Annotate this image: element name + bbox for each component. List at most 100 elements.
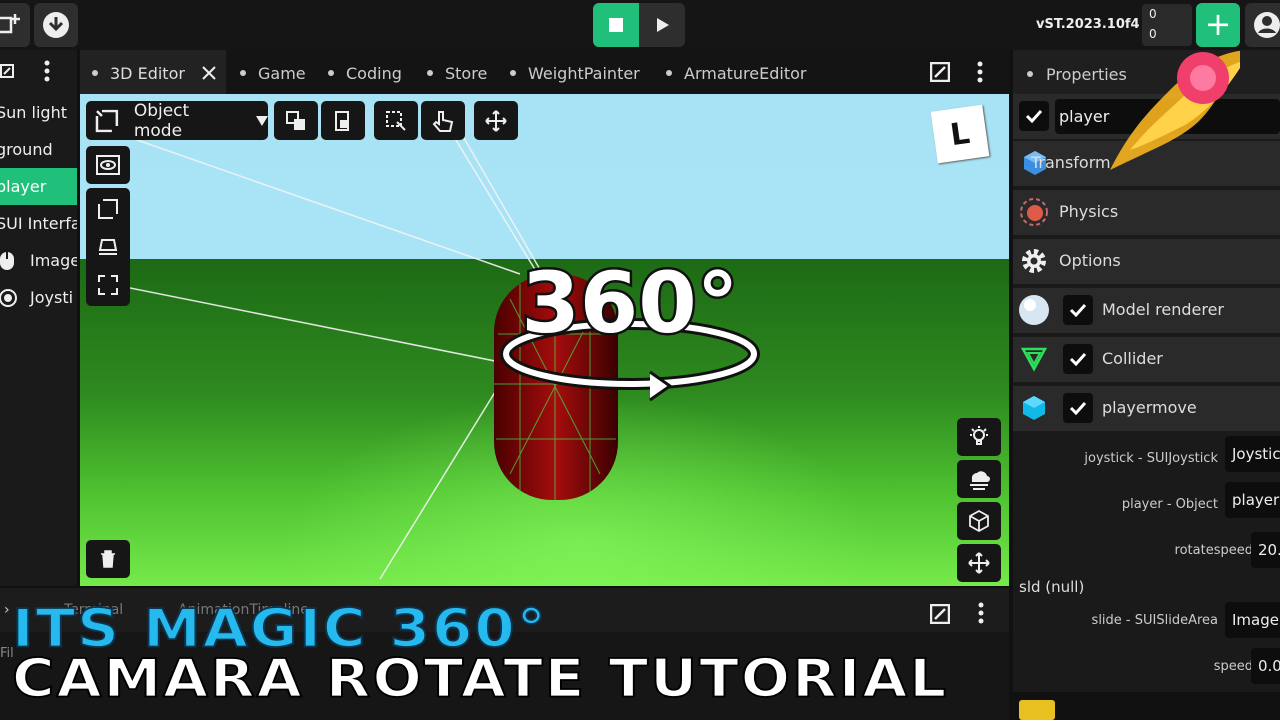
tab-dot xyxy=(240,69,246,76)
hierarchy-item-joystick[interactable]: Joysti xyxy=(0,279,77,316)
playback-controls xyxy=(593,3,685,47)
weather-icon xyxy=(970,471,990,490)
field-value-slide[interactable]: Image xyxy=(1225,602,1280,638)
close-icon[interactable] xyxy=(202,66,216,80)
tab-game[interactable]: Game xyxy=(240,50,306,94)
flame-logo-icon xyxy=(1110,50,1240,170)
counter-coins: 0 xyxy=(1149,7,1157,21)
component-model-renderer[interactable]: Model renderer xyxy=(1013,288,1280,333)
field-value-rotatespeed[interactable]: 20.0 xyxy=(1251,532,1280,568)
hierarchy-item-sun-light[interactable]: Sun light xyxy=(0,94,77,131)
select-box-button[interactable] xyxy=(374,101,418,140)
hierarchy-item-player[interactable]: player xyxy=(0,168,77,205)
rotate-tool-icon[interactable] xyxy=(97,236,119,258)
more-options-icon[interactable] xyxy=(978,602,984,624)
hierarchy-item-sui-interface[interactable]: SUI Interfa xyxy=(0,205,77,242)
mode-icon xyxy=(95,109,119,132)
check-icon xyxy=(1069,303,1087,317)
field-label-slide: slide - SUISlideArea xyxy=(1091,613,1218,628)
maximize-icon[interactable] xyxy=(930,604,950,624)
component-label: Model renderer xyxy=(1102,300,1224,319)
field-label-joystick: joystick - SUIJoystick xyxy=(1084,451,1218,466)
tab-coding[interactable]: Coding xyxy=(328,50,402,94)
collider-checkbox[interactable] xyxy=(1063,344,1093,374)
360-overlay: 360° xyxy=(500,252,760,418)
lightbulb-icon xyxy=(970,426,988,445)
parent-button[interactable] xyxy=(321,101,365,140)
physics-icon xyxy=(1020,198,1048,226)
check-icon xyxy=(1069,401,1087,415)
environment-button[interactable] xyxy=(957,460,1001,498)
new-object-button[interactable] xyxy=(0,3,30,47)
component-label: playermove xyxy=(1102,398,1197,417)
gear-icon xyxy=(1022,249,1046,273)
download-button[interactable] xyxy=(34,3,78,47)
tab-3d-editor[interactable]: 3D Editor xyxy=(80,50,226,94)
component-label: Collider xyxy=(1102,349,1163,368)
delete-button[interactable] xyxy=(86,540,130,578)
move-icon xyxy=(968,552,990,574)
tab-dot xyxy=(427,69,433,76)
stop-button[interactable] xyxy=(593,3,639,47)
collapse-arrow-icon[interactable]: › xyxy=(4,602,10,618)
more-options-icon[interactable] xyxy=(977,61,983,83)
field-label-player: player - Object xyxy=(1121,497,1218,512)
more-options-icon[interactable] xyxy=(44,60,50,82)
rotate-arrow-icon: 360° xyxy=(500,252,760,402)
script-cube-icon xyxy=(1023,396,1045,420)
move-gizmo-button[interactable] xyxy=(474,101,518,140)
tab-label: 3D Editor xyxy=(110,64,185,83)
joystick-icon xyxy=(0,289,17,307)
component-collider[interactable]: Collider xyxy=(1013,337,1280,382)
collider-icon xyxy=(1020,347,1048,372)
touch-select-button[interactable] xyxy=(421,101,465,140)
move-icon xyxy=(485,109,507,132)
play-button[interactable] xyxy=(639,3,685,47)
maximize-icon[interactable] xyxy=(930,62,950,82)
user-icon xyxy=(1254,12,1280,38)
field-value-joystick[interactable]: Joystick xyxy=(1225,436,1280,472)
field-value-speed[interactable]: 0.0 xyxy=(1251,648,1280,684)
account-button[interactable] xyxy=(1245,3,1280,47)
hierarchy-item-image[interactable]: Image xyxy=(0,242,77,279)
touch-icon xyxy=(432,110,454,132)
tab-dot xyxy=(1027,71,1033,77)
chevron-down-icon xyxy=(256,115,268,126)
tab-dot xyxy=(666,69,672,76)
duplicate-button[interactable] xyxy=(274,101,318,140)
hierarchy-item-label: player xyxy=(0,177,47,196)
wireframe-button[interactable] xyxy=(957,502,1001,540)
3d-viewport[interactable]: Object mode L 360° xyxy=(80,94,1009,586)
hierarchy-item-label: Joysti xyxy=(30,288,74,307)
object-mode-dropdown[interactable]: Object mode xyxy=(86,100,268,141)
move-tool-icon[interactable] xyxy=(97,198,119,220)
eye-icon xyxy=(96,155,120,175)
scale-tool-icon[interactable] xyxy=(97,274,119,296)
check-icon xyxy=(1025,109,1043,123)
component-options[interactable]: Options xyxy=(1013,239,1280,284)
axis-gizmo[interactable]: L xyxy=(930,104,990,164)
duplicate-icon xyxy=(286,110,305,130)
field-value-player[interactable]: player xyxy=(1225,482,1280,518)
stop-icon xyxy=(609,18,623,32)
tab-armatureeditor[interactable]: ArmatureEditor xyxy=(666,50,806,94)
tab-dot xyxy=(92,69,98,76)
tab-weightpainter[interactable]: WeightPainter xyxy=(510,50,640,94)
hierarchy-item-ground[interactable]: ground xyxy=(0,131,77,168)
playermove-checkbox[interactable] xyxy=(1063,393,1093,423)
hierarchy-item-label: Image xyxy=(30,251,77,270)
lighting-button[interactable] xyxy=(957,418,1001,456)
component-physics[interactable]: Physics xyxy=(1013,190,1280,235)
view-toggle-button[interactable] xyxy=(86,146,130,184)
maximize-icon[interactable] xyxy=(0,64,14,78)
tab-store[interactable]: Store xyxy=(427,50,487,94)
editor-tabs: 3D Editor Game Coding Store WeightPainte… xyxy=(80,50,1009,94)
sphere-icon xyxy=(1019,295,1049,325)
model-renderer-checkbox[interactable] xyxy=(1063,295,1093,325)
object-mode-label: Object mode xyxy=(133,100,190,141)
object-active-checkbox[interactable] xyxy=(1019,101,1049,131)
tab-label: WeightPainter xyxy=(528,64,640,83)
focus-button[interactable] xyxy=(957,544,1001,582)
component-playermove[interactable]: playermove xyxy=(1013,386,1280,431)
hierarchy-panel: Sun light ground player SUI Interfa Imag… xyxy=(0,50,77,586)
